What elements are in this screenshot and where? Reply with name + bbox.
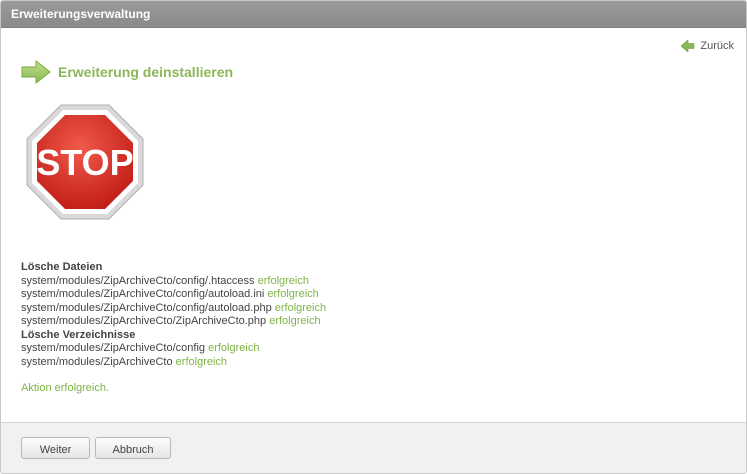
result-message: Aktion erfolgreich. [21,382,110,394]
log-row: system/modules/ZipArchiveCto/ZipArchiveC… [21,315,326,329]
status-text: erfolgreich [257,274,309,287]
log-row: system/modules/ZipArchiveCto/config erfo… [21,342,326,356]
log-row: system/modules/ZipArchiveCto/config/.hta… [21,275,326,289]
back-label: Zurück [700,40,734,52]
button-bar: Weiter Abbruch [1,422,746,473]
title-bar: Erweiterungsverwaltung [1,1,746,28]
page-heading: Erweiterung deinstallieren [21,60,233,84]
status-text: erfolgreich [175,355,228,368]
page-title: Erweiterung deinstallieren [58,64,234,80]
dir-path: system/modules/ZipArchiveCto/config [21,342,206,354]
status-text: erfolgreich [208,342,260,354]
uninstall-log: Lösche Dateien system/modules/ZipArchive… [21,261,326,396]
file-path: system/modules/ZipArchiveCto/ZipArchiveC… [21,315,267,327]
file-path: system/modules/ZipArchiveCto/config/auto… [21,288,265,300]
status-text: erfolgreich [269,315,321,327]
dirs-section-title: Lösche Verzeichnisse [21,328,136,341]
log-row: system/modules/ZipArchiveCto/config/auto… [21,302,326,316]
forward-arrow-icon [21,60,51,84]
files-section-title: Lösche Dateien [21,261,103,273]
extension-manager-panel: Erweiterungsverwaltung Zurück Erweiterun… [0,0,747,474]
log-row: system/modules/ZipArchiveCto erfolgreich [21,356,326,370]
file-path: system/modules/ZipArchiveCto/config/auto… [21,301,272,314]
window-title: Erweiterungsverwaltung [11,7,151,21]
file-path: system/modules/ZipArchiveCto/config/.hta… [21,274,255,287]
stop-sign-label: STOP [36,142,133,183]
continue-button[interactable]: Weiter [21,437,90,459]
cancel-button[interactable]: Abbruch [95,437,171,459]
back-link[interactable]: Zurück [681,40,734,52]
status-text: erfolgreich [267,288,319,300]
stop-sign-icon: STOP [26,104,144,220]
back-arrow-icon [681,40,695,52]
log-row: system/modules/ZipArchiveCto/config/auto… [21,288,326,302]
dir-path: system/modules/ZipArchiveCto [21,355,173,368]
status-text: erfolgreich [274,301,327,314]
